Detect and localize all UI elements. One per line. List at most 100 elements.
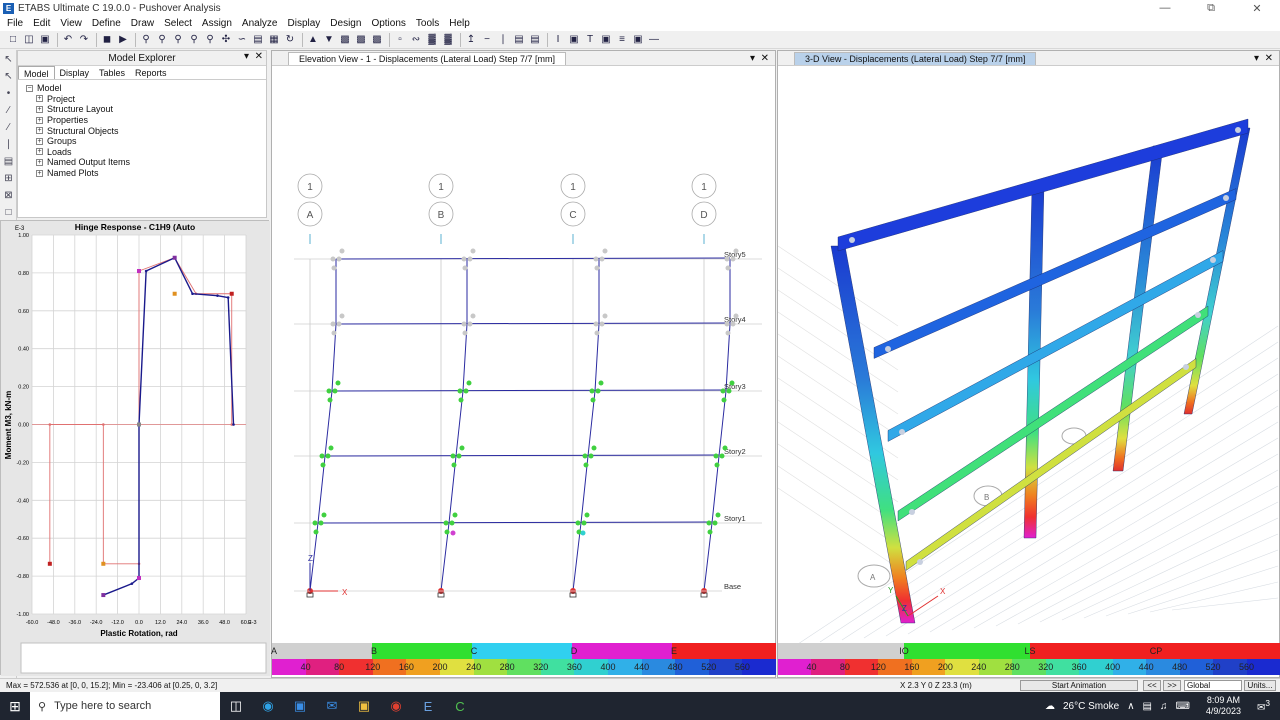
zoom-in-icon[interactable]: ⚲ xyxy=(171,33,185,47)
zoom-restore-icon[interactable]: ⚲ xyxy=(155,33,169,47)
volume-icon[interactable]: ♫ xyxy=(1160,701,1168,712)
tree-item-project[interactable]: + Project xyxy=(26,94,266,105)
explorer-tab-model[interactable]: Model xyxy=(18,66,55,79)
plan-view-icon[interactable]: ▤ xyxy=(251,33,265,47)
3d-view-controls[interactable]: ▾ ✕ xyxy=(1254,53,1273,64)
store-icon[interactable]: ▣ xyxy=(284,692,316,720)
close-icon[interactable]: ✕ xyxy=(1234,0,1280,16)
text-icon[interactable]: I xyxy=(551,33,565,47)
open-icon[interactable]: ◫ xyxy=(22,33,36,47)
undo-icon[interactable]: ↶ xyxy=(61,33,75,47)
run-analysis-icon[interactable]: ▶ xyxy=(116,33,130,47)
explorer-tab-display[interactable]: Display xyxy=(55,66,95,79)
file-explorer-icon[interactable]: ▣ xyxy=(348,692,380,720)
start-animation-button[interactable]: Start Animation xyxy=(1020,680,1138,691)
tree-item-loads[interactable]: + Loads xyxy=(26,147,266,158)
weather-icon[interactable]: ☁ xyxy=(1045,701,1055,712)
task-view-icon[interactable]: ◫ xyxy=(220,692,252,720)
zoom-window-icon[interactable]: ⚲ xyxy=(139,33,153,47)
draw-brace-icon[interactable]: ▤ xyxy=(512,33,526,47)
menu-file[interactable]: File xyxy=(2,18,28,29)
show-undeformed-icon[interactable]: ▫ xyxy=(393,33,407,47)
elevation-view-controls[interactable]: ▾ ✕ xyxy=(750,53,769,64)
taskbar-search-input[interactable]: ⚲ Type here to search xyxy=(30,692,220,720)
show-forces-icon[interactable]: ▓ xyxy=(425,33,439,47)
menu-draw[interactable]: Draw xyxy=(126,18,159,29)
windows-start-icon[interactable]: ⊞ xyxy=(0,692,30,720)
menu-define[interactable]: Define xyxy=(87,18,126,29)
menu-select[interactable]: Select xyxy=(159,18,197,29)
draw-beam-icon[interactable]: − xyxy=(480,33,494,47)
menu-design[interactable]: Design xyxy=(325,18,366,29)
expand-icon[interactable]: + xyxy=(36,95,43,103)
save-icon[interactable]: ▣ xyxy=(38,33,52,47)
set-display-options-icon[interactable]: ▩ xyxy=(370,33,384,47)
expand-icon[interactable]: + xyxy=(36,116,43,124)
language-icon[interactable]: ⌨ xyxy=(1175,701,1189,712)
redo-icon[interactable]: ↷ xyxy=(77,33,91,47)
elevation-view-tab[interactable]: Elevation View - 1 - Displacements (Late… xyxy=(288,51,566,65)
zoom-out-icon[interactable]: ⚲ xyxy=(187,33,201,47)
chrome-icon[interactable]: ◉ xyxy=(380,692,412,720)
move-up-icon[interactable]: ▲ xyxy=(306,33,320,47)
tree-item-structure-layout[interactable]: + Structure Layout xyxy=(26,104,266,115)
pan-icon[interactable]: ✣ xyxy=(219,33,233,47)
line-icon[interactable]: — xyxy=(647,33,661,47)
notification-icon[interactable]: ✉3 xyxy=(1257,698,1270,713)
joint-icon[interactable]: ▣ xyxy=(599,33,613,47)
menu-help[interactable]: Help xyxy=(444,18,475,29)
network-icon[interactable]: ▤ xyxy=(1143,701,1152,712)
menu-options[interactable]: Options xyxy=(366,18,410,29)
3d-view-icon[interactable]: ∽ xyxy=(235,33,249,47)
draw-floor-icon[interactable]: ▤ xyxy=(528,33,542,47)
rotate-icon[interactable]: ↻ xyxy=(283,33,297,47)
section-icon[interactable]: T xyxy=(583,33,597,47)
expand-icon[interactable]: + xyxy=(36,137,43,145)
link-icon[interactable]: ≡ xyxy=(615,33,629,47)
coordinate-system-select[interactable]: Global xyxy=(1184,680,1242,691)
menu-tools[interactable]: Tools xyxy=(411,18,444,29)
move-down-icon[interactable]: ▼ xyxy=(322,33,336,47)
next-step-button[interactable]: >> xyxy=(1163,680,1181,691)
etabs-taskbar-icon[interactable]: E xyxy=(412,692,444,720)
reshape-icon[interactable]: ↖ xyxy=(2,70,15,83)
show-hinges-icon[interactable]: ▓ xyxy=(441,33,455,47)
tray-chevron-icon[interactable]: ∧ xyxy=(1127,701,1134,712)
draw-frame-icon[interactable]: ∕ xyxy=(2,104,15,117)
explorer-tab-reports[interactable]: Reports xyxy=(130,66,172,79)
menu-assign[interactable]: Assign xyxy=(197,18,237,29)
elevation-view-canvas[interactable]: 1A1B1C1DStory5Story4Story3Story2Story1Ba… xyxy=(272,66,777,644)
menu-display[interactable]: Display xyxy=(283,18,326,29)
clock[interactable]: 8:09 AM 4/9/2023 xyxy=(1198,695,1241,717)
expand-icon[interactable]: + xyxy=(36,169,43,177)
new-model-icon[interactable]: □ xyxy=(6,33,20,47)
3d-view-tab[interactable]: 3-D View - Displacements (Lateral Load) … xyxy=(794,51,1037,65)
zoom-all-icon[interactable]: ⚲ xyxy=(203,33,217,47)
units-button[interactable]: Units... xyxy=(1244,680,1276,691)
draw-cross-icon[interactable]: ⊠ xyxy=(2,189,15,202)
menu-edit[interactable]: Edit xyxy=(28,18,55,29)
wall-icon[interactable]: ▣ xyxy=(631,33,645,47)
3d-view-canvas[interactable]: A B X YZ xyxy=(778,66,1280,644)
tree-item-groups[interactable]: + Groups xyxy=(26,136,266,147)
menu-view[interactable]: View xyxy=(55,18,87,29)
expand-icon[interactable]: + xyxy=(36,148,43,156)
draw-grid-icon[interactable]: ⊞ xyxy=(2,172,15,185)
menu-analyze[interactable]: Analyze xyxy=(237,18,283,29)
lock-icon[interactable]: ◼ xyxy=(100,33,114,47)
area-icon[interactable]: ▣ xyxy=(567,33,581,47)
tree-item-named-plots[interactable]: + Named Plots xyxy=(26,168,266,179)
draw-brace-vert-icon[interactable]: ∕ xyxy=(2,121,15,134)
pointer-icon[interactable]: ↖ xyxy=(2,53,15,66)
elevation-view-icon[interactable]: ▦ xyxy=(267,33,281,47)
draw-wall-vert-icon[interactable]: ▤ xyxy=(2,155,15,168)
perspective-icon[interactable]: ▩ xyxy=(338,33,352,47)
draw-column-icon[interactable]: ∣ xyxy=(496,33,510,47)
minimize-icon[interactable]: — xyxy=(1142,0,1188,16)
weather-text[interactable]: 26°C Smoke xyxy=(1063,701,1119,712)
object-shrink-icon[interactable]: ▩ xyxy=(354,33,368,47)
draw-column-vert-icon[interactable]: ∣ xyxy=(2,138,15,151)
explorer-tab-tables[interactable]: Tables xyxy=(94,66,130,79)
tree-item-properties[interactable]: + Properties xyxy=(26,115,266,126)
restore-icon[interactable]: ⧉ xyxy=(1188,0,1234,16)
